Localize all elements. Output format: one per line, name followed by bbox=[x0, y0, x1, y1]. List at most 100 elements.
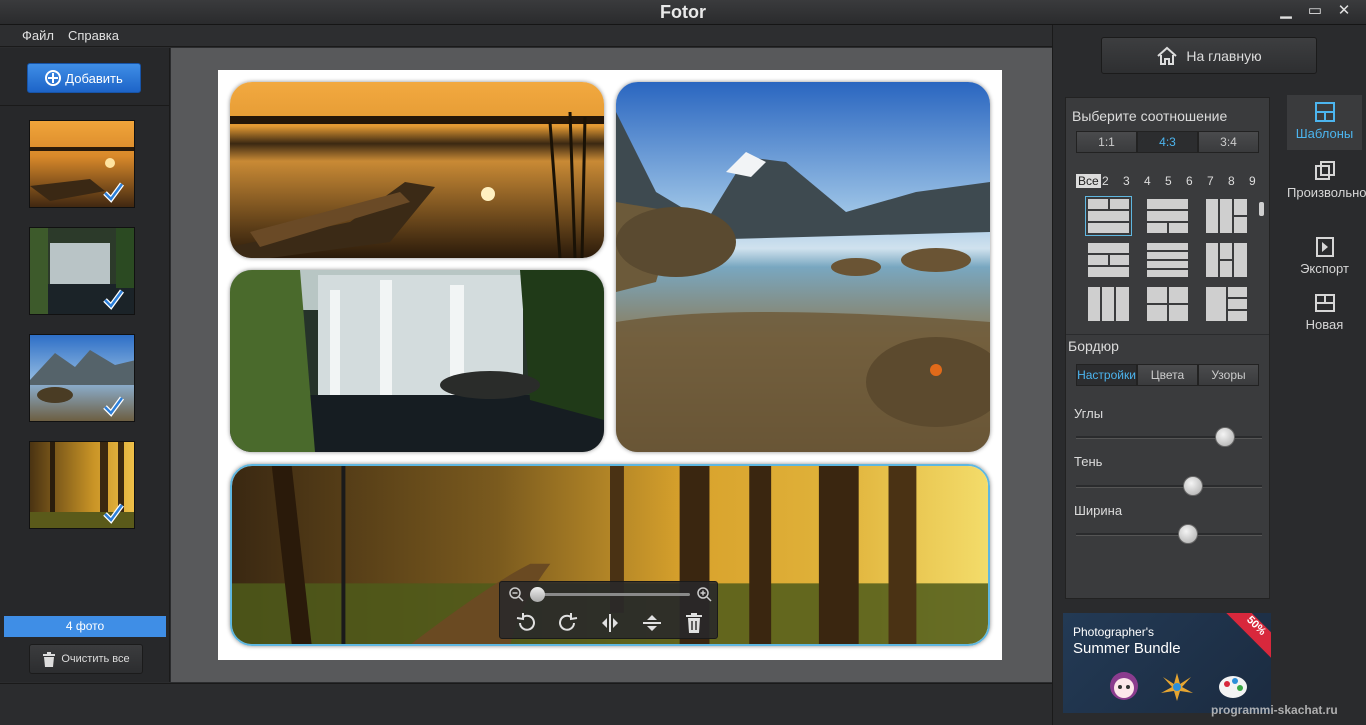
template-option[interactable] bbox=[1145, 285, 1190, 323]
paint-splash-icon bbox=[1161, 673, 1193, 701]
photo-list-panel: Добавить 4 фото Очистить все bbox=[0, 48, 170, 682]
template-option[interactable] bbox=[1086, 285, 1131, 323]
window-title: Fotor bbox=[660, 2, 706, 22]
width-slider-track[interactable] bbox=[1076, 533, 1262, 536]
image-edit-toolbar bbox=[499, 581, 718, 639]
width-slider-handle[interactable] bbox=[1177, 524, 1198, 544]
collage-cell-sunset[interactable] bbox=[230, 82, 604, 258]
rotate-left-icon[interactable] bbox=[514, 611, 538, 635]
freestyle-icon bbox=[1314, 161, 1335, 180]
palette-icon bbox=[1219, 676, 1247, 698]
divider bbox=[0, 105, 170, 106]
close-button[interactable]: ✕ bbox=[1330, 1, 1358, 21]
clear-all-button[interactable]: Очистить все bbox=[29, 644, 143, 674]
zoom-in-icon[interactable] bbox=[696, 586, 712, 602]
maximize-button[interactable]: ▭ bbox=[1301, 1, 1329, 21]
border-tab-patterns[interactable]: Узоры bbox=[1198, 364, 1259, 386]
photo-thumbnail-waterfall[interactable] bbox=[29, 227, 135, 315]
ratio-1-1[interactable]: 1:1 bbox=[1076, 131, 1137, 153]
collage-cell-lake[interactable] bbox=[616, 82, 990, 452]
nav-templates[interactable]: Шаблоны bbox=[1287, 95, 1362, 150]
count-8[interactable]: 8 bbox=[1228, 174, 1235, 188]
new-collage-icon bbox=[1314, 294, 1335, 312]
count-2[interactable]: 2 bbox=[1102, 174, 1109, 188]
zoom-slider-handle[interactable] bbox=[530, 587, 545, 602]
nav-freestyle-label: Произвольно bbox=[1287, 185, 1366, 200]
promo-line-2: Summer Bundle bbox=[1073, 640, 1181, 657]
home-label: На главную bbox=[1186, 47, 1262, 64]
trash-icon bbox=[43, 651, 56, 667]
checkmark-icon bbox=[103, 503, 124, 524]
template-option[interactable] bbox=[1085, 196, 1132, 236]
photo-thumbnail-sunset[interactable] bbox=[29, 120, 135, 208]
template-option[interactable] bbox=[1145, 197, 1190, 235]
status-bar bbox=[0, 683, 1052, 725]
add-photo-label: Добавить bbox=[65, 70, 123, 86]
shadow-slider-track[interactable] bbox=[1076, 485, 1262, 488]
fotor-window: Fotor ▁ ▭ ✕ Файл Справка Добавить 4 фото… bbox=[0, 0, 1366, 725]
checkmark-icon bbox=[103, 182, 124, 203]
add-photo-button[interactable]: Добавить bbox=[27, 63, 141, 93]
ratio-title: Выберите соотношение bbox=[1072, 108, 1228, 124]
promo-line-1: Photographer's bbox=[1073, 625, 1155, 639]
side-navigation: Шаблоны Произвольно Экспорт Новая bbox=[1283, 90, 1366, 510]
title-bar: Fotor ▁ ▭ ✕ bbox=[0, 0, 1366, 25]
template-settings: Выберите соотношение 1:1 4:3 3:4 Все 2 3… bbox=[1065, 97, 1270, 599]
flip-horizontal-icon[interactable] bbox=[598, 611, 622, 635]
count-3[interactable]: 3 bbox=[1123, 174, 1130, 188]
collage-canvas-area bbox=[171, 48, 1052, 682]
template-option[interactable] bbox=[1204, 241, 1249, 279]
photo-count-bar: 4 фото bbox=[4, 616, 166, 637]
template-option[interactable] bbox=[1145, 241, 1190, 279]
border-title: Бордюр bbox=[1068, 338, 1119, 354]
count-9[interactable]: 9 bbox=[1249, 174, 1256, 188]
border-tab-colors[interactable]: Цвета bbox=[1137, 364, 1198, 386]
checkmark-icon bbox=[103, 396, 124, 417]
discount-badge: 50% bbox=[1222, 613, 1271, 660]
photo-thumbnail-forest[interactable] bbox=[29, 441, 135, 529]
nav-freestyle[interactable]: Произвольно bbox=[1287, 154, 1366, 209]
border-tab-settings[interactable]: Настройки bbox=[1076, 364, 1137, 386]
menu-help[interactable]: Справка bbox=[68, 28, 119, 43]
template-option[interactable] bbox=[1086, 241, 1131, 279]
template-option[interactable] bbox=[1204, 197, 1249, 235]
zoom-out-icon[interactable] bbox=[508, 586, 524, 602]
nav-export[interactable]: Экспорт bbox=[1287, 230, 1362, 285]
minimize-button[interactable]: ▁ bbox=[1272, 1, 1300, 21]
count-5[interactable]: 5 bbox=[1165, 174, 1172, 188]
ratio-3-4[interactable]: 3:4 bbox=[1198, 131, 1259, 153]
count-6[interactable]: 6 bbox=[1186, 174, 1193, 188]
settings-panel: На главную Выберите соотношение 1:1 4:3 … bbox=[1052, 25, 1366, 725]
count-7[interactable]: 7 bbox=[1207, 174, 1214, 188]
shadow-slider-handle[interactable] bbox=[1183, 476, 1204, 496]
width-label: Ширина bbox=[1074, 503, 1123, 518]
home-icon bbox=[1157, 46, 1178, 65]
character-face-icon bbox=[1110, 672, 1138, 700]
corners-slider-handle[interactable] bbox=[1214, 427, 1235, 447]
count-all[interactable]: Все bbox=[1076, 174, 1101, 188]
delete-icon[interactable] bbox=[682, 611, 706, 635]
template-scrollbar[interactable] bbox=[1259, 202, 1264, 216]
flip-vertical-icon[interactable] bbox=[640, 611, 664, 635]
clear-all-label: Очистить все bbox=[61, 653, 130, 665]
plus-circle-icon bbox=[45, 70, 62, 86]
template-option[interactable] bbox=[1204, 285, 1249, 323]
ratio-4-3[interactable]: 4:3 bbox=[1137, 131, 1198, 153]
promo-banner[interactable]: Photographer's Summer Bundle 50% bbox=[1063, 613, 1271, 713]
zoom-slider-track[interactable] bbox=[530, 593, 690, 596]
collage-canvas bbox=[218, 70, 1002, 660]
watermark-text: programmi-skachat.ru bbox=[1211, 703, 1338, 717]
nav-new[interactable]: Новая bbox=[1287, 286, 1362, 341]
count-4[interactable]: 4 bbox=[1144, 174, 1151, 188]
photo-thumbnail-lake[interactable] bbox=[29, 334, 135, 422]
collage-cell-waterfall[interactable] bbox=[230, 270, 604, 452]
divider bbox=[1066, 334, 1269, 335]
templates-icon bbox=[1314, 102, 1335, 122]
corners-label: Углы bbox=[1074, 406, 1104, 421]
nav-templates-label: Шаблоны bbox=[1295, 126, 1354, 141]
home-button[interactable]: На главную bbox=[1101, 37, 1317, 74]
menu-file[interactable]: Файл bbox=[22, 28, 54, 43]
rotate-right-icon[interactable] bbox=[556, 611, 580, 635]
nav-export-label: Экспорт bbox=[1300, 261, 1349, 276]
menu-bar: Файл Справка bbox=[0, 25, 1052, 47]
